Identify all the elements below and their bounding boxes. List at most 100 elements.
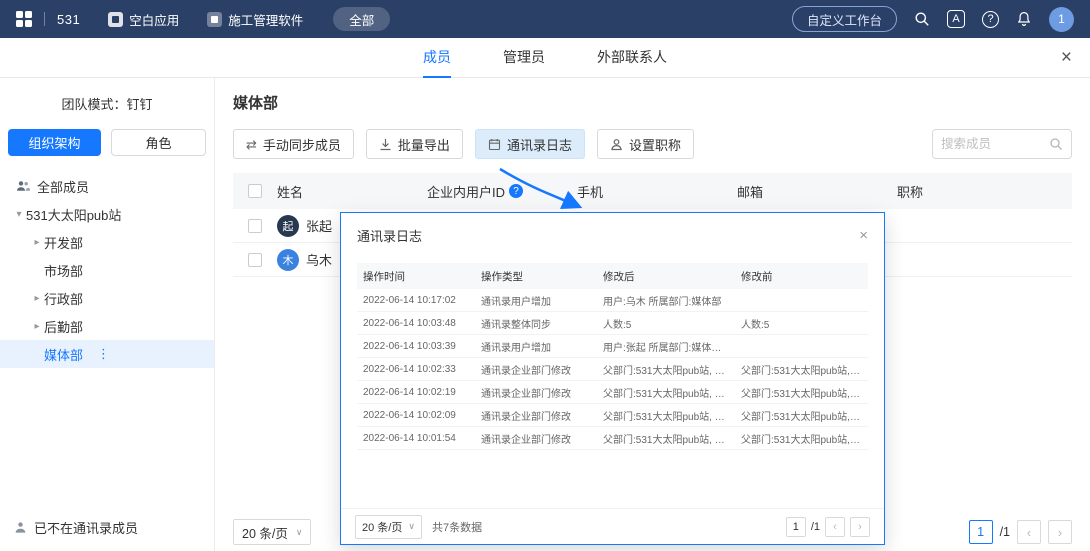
log-col-time: 操作时间 bbox=[357, 269, 475, 284]
sidebar-item-label: 531大太阳pub站 bbox=[26, 205, 121, 224]
pagination: 1 /1 ‹ › bbox=[969, 520, 1072, 544]
chevron-down-icon: ∨ bbox=[296, 527, 303, 538]
help-icon[interactable]: ? bbox=[982, 11, 999, 28]
log-time: 2022-06-14 10:02:33 bbox=[357, 364, 475, 375]
all-apps-pill[interactable]: 全部 bbox=[333, 7, 390, 31]
log-time: 2022-06-14 10:17:02 bbox=[357, 295, 475, 306]
page-size-select[interactable]: 20 条/页 ∨ bbox=[233, 519, 311, 545]
page-size-value: 20 条/页 bbox=[242, 523, 288, 542]
sidebar-item-removed-members[interactable]: 已不在通讯录成员 bbox=[14, 518, 138, 537]
button-label: 批量导出 bbox=[398, 135, 450, 154]
sidebar-item-label: 后勤部 bbox=[44, 317, 83, 336]
prev-page-button[interactable]: ‹ bbox=[1017, 520, 1041, 544]
batch-export-button[interactable]: 批量导出 bbox=[366, 129, 463, 159]
tab-external-contacts[interactable]: 外部联系人 bbox=[597, 38, 667, 78]
log-table-header: 操作时间 操作类型 修改后 修改前 bbox=[357, 263, 868, 289]
next-page-button[interactable]: › bbox=[850, 517, 870, 537]
sidebar-item-logistics-dept[interactable]: ▸ 后勤部 bbox=[0, 312, 214, 340]
topbar-app-blank[interactable]: 空白应用 bbox=[108, 10, 179, 29]
member-table-header: 姓名 企业内用户ID ? 手机 邮箱 职称 bbox=[233, 173, 1072, 209]
tab-members[interactable]: 成员 bbox=[423, 38, 451, 78]
column-header-userid-label: 企业内用户ID bbox=[427, 182, 505, 201]
sidebar-item-label: 全部成员 bbox=[37, 177, 89, 196]
sidebar-item-media-dept[interactable]: 媒体部 ⋮ bbox=[0, 340, 214, 368]
log-table: 操作时间 操作类型 修改后 修改前 2022-06-14 10:17:02 通讯… bbox=[357, 263, 868, 450]
log-before: 父部门:531大太阳pub站, 部门:1 bbox=[735, 431, 868, 446]
avatar: 起 bbox=[277, 215, 299, 237]
log-after: 父部门:531大太阳pub站, 部门:... bbox=[597, 385, 735, 400]
contact-log-button[interactable]: 通讯录日志 bbox=[475, 129, 585, 159]
language-icon[interactable]: A bbox=[947, 10, 965, 28]
log-type: 通讯录用户增加 bbox=[475, 293, 597, 308]
log-before: 父部门:531大太阳pub站, 部门:... bbox=[735, 408, 868, 423]
close-icon[interactable]: × bbox=[859, 228, 868, 243]
sync-icon: ⇄ bbox=[246, 138, 257, 151]
log-time: 2022-06-14 10:02:09 bbox=[357, 410, 475, 421]
member-search-box bbox=[932, 129, 1072, 159]
toolbar: ⇄ 手动同步成员 批量导出 通讯录日志 设置职称 bbox=[233, 129, 1072, 159]
column-header-name: 姓名 bbox=[277, 182, 427, 201]
topbar-app-label: 施工管理软件 bbox=[228, 10, 303, 29]
manual-sync-button[interactable]: ⇄ 手动同步成员 bbox=[233, 129, 354, 159]
sidebar-item-all-members[interactable]: 全部成员 bbox=[0, 172, 214, 200]
modal-pagination-bar: 20 条/页 ∨ 共7条数据 1 /1 ‹ › bbox=[341, 508, 884, 544]
set-title-button[interactable]: 设置职称 bbox=[597, 129, 694, 159]
topbar-app-construction[interactable]: 施工管理软件 bbox=[207, 10, 303, 29]
role-button[interactable]: 角色 bbox=[111, 129, 206, 156]
people-icon bbox=[16, 179, 30, 193]
search-input[interactable] bbox=[941, 137, 1049, 151]
log-time: 2022-06-14 10:03:48 bbox=[357, 318, 475, 329]
row-checkbox[interactable] bbox=[248, 253, 262, 267]
bell-icon[interactable] bbox=[1016, 11, 1032, 27]
chevron-down-icon[interactable]: ▾ bbox=[12, 209, 26, 220]
sidebar-item-dev-dept[interactable]: ▸ 开发部 bbox=[0, 228, 214, 256]
app-launcher-icon[interactable] bbox=[16, 11, 32, 27]
log-type: 通讯录整体同步 bbox=[475, 316, 597, 331]
modal-page-size-select[interactable]: 20 条/页 ∨ bbox=[355, 515, 422, 539]
close-icon[interactable]: × bbox=[1061, 48, 1072, 67]
more-icon[interactable]: ⋮ bbox=[97, 346, 110, 362]
column-header-phone: 手机 bbox=[577, 182, 737, 201]
log-time: 2022-06-14 10:03:39 bbox=[357, 341, 475, 352]
chevron-right-icon[interactable]: ▸ bbox=[30, 321, 44, 332]
sidebar-item-site[interactable]: ▾ 531大太阳pub站 bbox=[0, 200, 214, 228]
person-out-icon bbox=[14, 521, 27, 534]
next-page-button[interactable]: › bbox=[1048, 520, 1072, 544]
page-title: 媒体部 bbox=[233, 92, 1072, 113]
log-col-after: 修改后 bbox=[597, 269, 735, 284]
modal-pagination: 1 /1 ‹ › bbox=[786, 517, 870, 537]
tab-admins[interactable]: 管理员 bbox=[503, 38, 545, 78]
chevron-right-icon[interactable]: ▸ bbox=[30, 237, 44, 248]
member-name: 张起 bbox=[306, 216, 332, 235]
user-avatar[interactable]: 1 bbox=[1049, 7, 1074, 32]
search-icon[interactable] bbox=[914, 11, 930, 27]
chevron-down-icon: ∨ bbox=[408, 521, 415, 532]
current-page[interactable]: 1 bbox=[969, 520, 993, 544]
search-icon[interactable] bbox=[1049, 137, 1063, 151]
select-all-checkbox[interactable] bbox=[248, 184, 262, 198]
button-label: 设置职称 bbox=[629, 135, 681, 154]
sidebar-item-admin-dept[interactable]: ▸ 行政部 bbox=[0, 284, 214, 312]
current-page[interactable]: 1 bbox=[786, 517, 806, 537]
sidebar: 团队模式：钉钉 组织架构 角色 全部成员 ▾ 531大太阳pub站 ▸ 开发部 … bbox=[0, 78, 215, 551]
log-type: 通讯录企业部门修改 bbox=[475, 431, 597, 446]
log-col-before: 修改前 bbox=[735, 269, 868, 284]
log-time: 2022-06-14 10:01:54 bbox=[357, 433, 475, 444]
log-table-row: 2022-06-14 10:02:33 通讯录企业部门修改 父部门:531大太阳… bbox=[357, 358, 868, 381]
log-col-type: 操作类型 bbox=[475, 269, 597, 284]
custom-workbench-button[interactable]: 自定义工作台 bbox=[792, 6, 897, 32]
sidebar-switch: 组织架构 角色 bbox=[0, 129, 214, 156]
language-glyph: A bbox=[952, 14, 959, 25]
prev-page-button[interactable]: ‹ bbox=[825, 517, 845, 537]
modal-title: 通讯录日志 bbox=[357, 226, 422, 245]
help-badge-icon[interactable]: ? bbox=[509, 184, 523, 198]
log-type: 通讯录企业部门修改 bbox=[475, 408, 597, 423]
total-pages: /1 bbox=[811, 521, 820, 533]
sidebar-item-market-dept[interactable]: 市场部 bbox=[0, 256, 214, 284]
log-after: 用户:乌木 所属部门:媒体部 bbox=[597, 293, 735, 308]
page-size-value: 20 条/页 bbox=[362, 519, 402, 535]
row-checkbox[interactable] bbox=[248, 219, 262, 233]
org-structure-button[interactable]: 组织架构 bbox=[8, 129, 101, 156]
log-table-row: 2022-06-14 10:03:39 通讯录用户增加 用户:张起 所属部门:媒… bbox=[357, 335, 868, 358]
chevron-right-icon[interactable]: ▸ bbox=[30, 293, 44, 304]
